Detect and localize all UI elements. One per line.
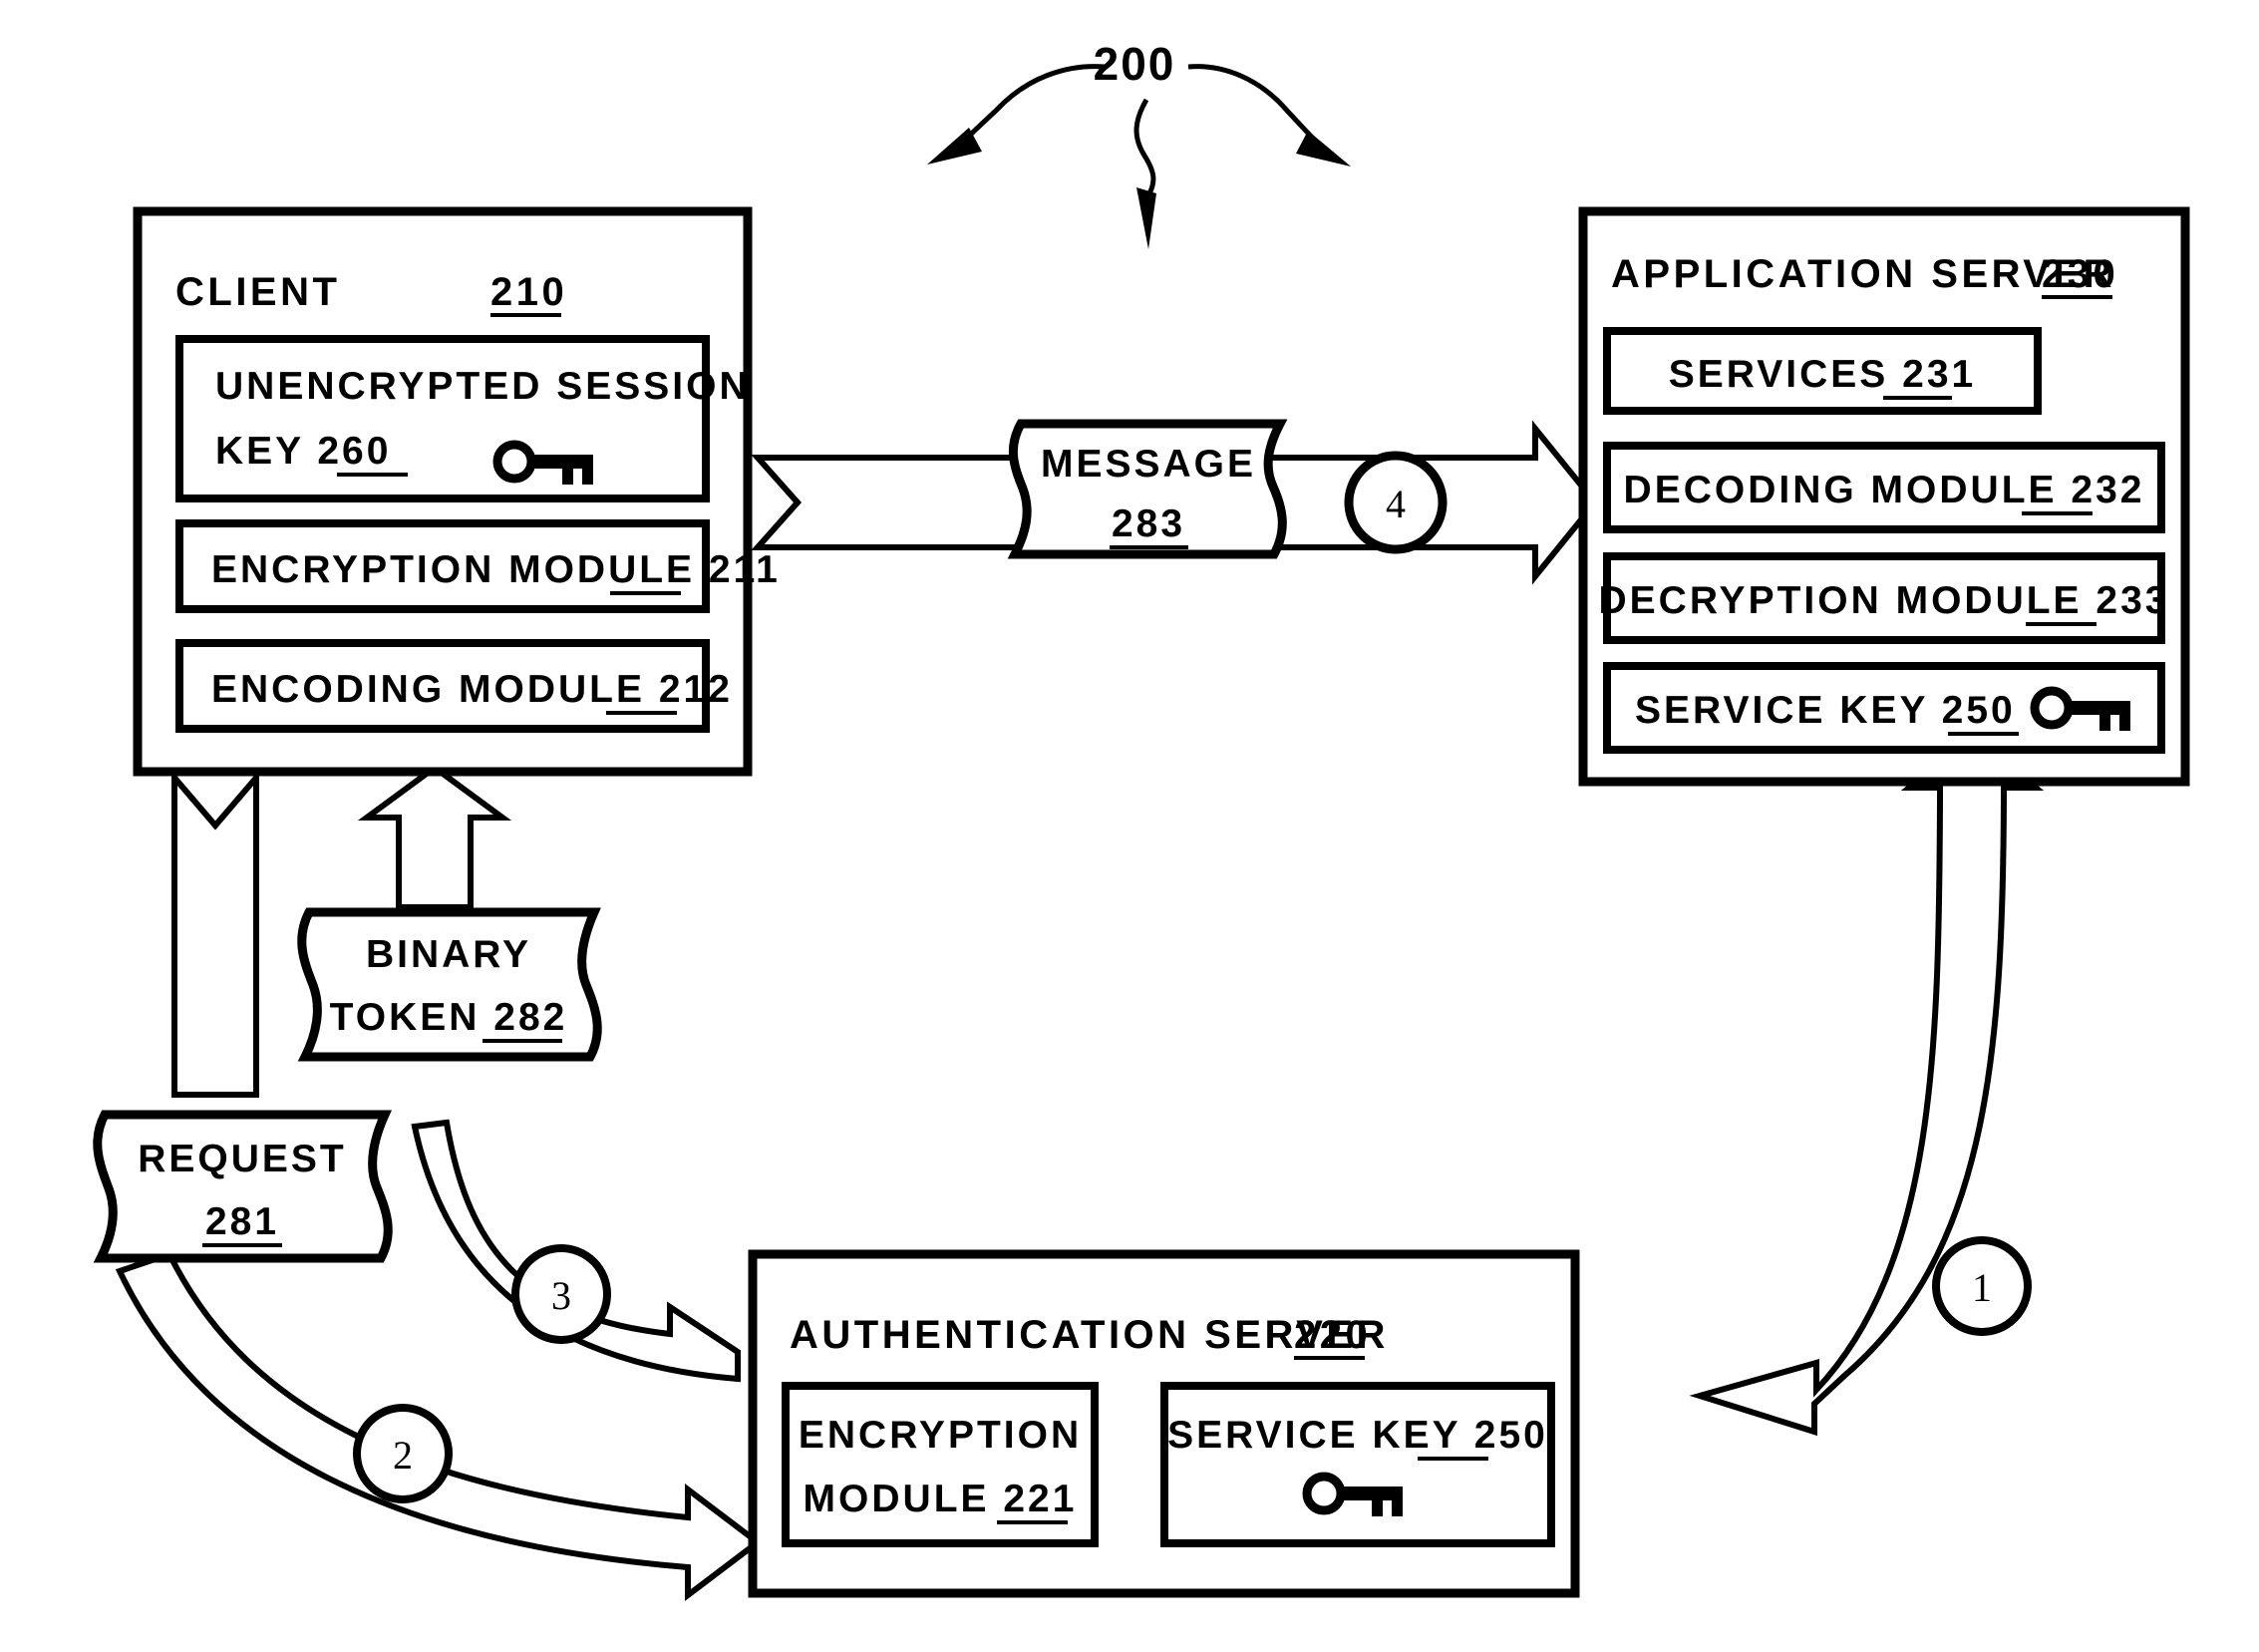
auth-server-item-service-key[interactable]: SERVICE KEY 250 (1160, 1382, 1555, 1547)
step-marker-3-label: 3 (551, 1273, 571, 1318)
figure-reference-group: 200 (927, 38, 1351, 249)
app-server-item-decryption-module[interactable]: DECRYPTION MODULE 233 (1599, 552, 2170, 644)
client-item-3-label: ENCODING MODULE 212 (211, 668, 733, 711)
application-server-title: APPLICATION SERVER (1611, 252, 2115, 296)
client-title-number: 210 (490, 270, 567, 314)
banner-binary-token-line1: BINARY (366, 933, 531, 976)
app-server-item-service-key[interactable]: SERVICE KEY 250 (1603, 662, 2165, 754)
banner-request-line2: 281 (205, 1200, 279, 1243)
banner-binary-token: BINARY TOKEN 282 (297, 907, 602, 1062)
app-item-1-label: SERVICES 231 (1669, 353, 1976, 396)
patent-figure-canvas: 200 CLIENT 210 UNENCRYPTED SESSION KEY 2… (0, 0, 2259, 1652)
client-item-encryption-module[interactable]: ENCRYPTION MODULE 211 (175, 519, 781, 613)
client-title: CLIENT (175, 270, 340, 314)
app-server-item-services[interactable]: SERVICES 231 (1603, 327, 2042, 415)
app-server-item-decoding-module[interactable]: DECODING MODULE 232 (1603, 442, 2165, 533)
leader-arrowhead-right (1296, 131, 1351, 166)
app-item-3-label: DECRYPTION MODULE 233 (1599, 579, 2170, 622)
auth-item-2-box (1160, 1382, 1555, 1547)
step-marker-4-label: 4 (1386, 482, 1406, 526)
authentication-server-title-number: 220 (1294, 1313, 1371, 1357)
leader-line-down (1133, 98, 1156, 197)
node-client[interactable]: CLIENT 210 UNENCRYPTED SESSION KEY 260 E… (133, 206, 781, 777)
app-item-4-label: SERVICE KEY 250 (1635, 689, 2016, 732)
leader-line-right (1187, 64, 1318, 144)
step-marker-1-label: 1 (1972, 1265, 1992, 1310)
app-item-2-label: DECODING MODULE 232 (1624, 469, 2145, 511)
block-arrow-request-down-path (171, 769, 259, 1098)
figure-200-diagram: 200 CLIENT 210 UNENCRYPTED SESSION KEY 2… (93, 38, 2190, 1602)
block-arrow-token-up-path (357, 764, 512, 910)
banner-message-line1: MESSAGE (1041, 443, 1256, 486)
banner-binary-token-line2: TOKEN 282 (330, 996, 568, 1039)
leader-arrowhead-down (1136, 187, 1156, 249)
step-marker-3: 3 (511, 1244, 611, 1344)
step-marker-4: 4 (1344, 451, 1448, 554)
banner-request: REQUEST 281 (93, 1110, 393, 1263)
banner-message-line2: 283 (1112, 502, 1185, 545)
auth-item-1-label-line2: MODULE 221 (804, 1478, 1078, 1520)
step-marker-1: 1 (1932, 1236, 2032, 1336)
auth-item-1-label-line1: ENCRYPTION (799, 1414, 1082, 1457)
client-item-encoding-module[interactable]: ENCODING MODULE 212 (175, 639, 733, 733)
client-item-2-label: ENCRYPTION MODULE 211 (211, 548, 781, 591)
flow-arrow-token-up-to-client (357, 764, 512, 910)
step-marker-2: 2 (353, 1404, 453, 1503)
client-item-1-label-line1: UNENCRYPTED SESSION (215, 365, 751, 408)
client-item-unencrypted-session-key[interactable]: UNENCRYPTED SESSION KEY 260 (175, 335, 751, 502)
node-application-server[interactable]: APPLICATION SERVER 230 SERVICES 231 DECO… (1578, 206, 2190, 787)
banner-request-line1: REQUEST (138, 1138, 347, 1180)
figure-reference-label: 200 (1094, 38, 1176, 90)
node-authentication-server[interactable]: AUTHENTICATION SERVER 220 ENCRYPTION MOD… (748, 1249, 1580, 1598)
flow-arrow-client-down-request (171, 769, 259, 1098)
banner-message: MESSAGE 283 (1007, 419, 1288, 559)
leader-line-left (963, 64, 1106, 142)
step-marker-2-label: 2 (393, 1433, 413, 1478)
client-item-1-box (175, 335, 710, 502)
auth-item-2-label: SERVICE KEY 250 (1167, 1414, 1548, 1457)
application-server-title-number: 230 (2042, 252, 2118, 296)
auth-server-item-encryption-module[interactable]: ENCRYPTION MODULE 221 (782, 1382, 1099, 1547)
client-item-1-label-line2: KEY 260 (215, 430, 391, 473)
